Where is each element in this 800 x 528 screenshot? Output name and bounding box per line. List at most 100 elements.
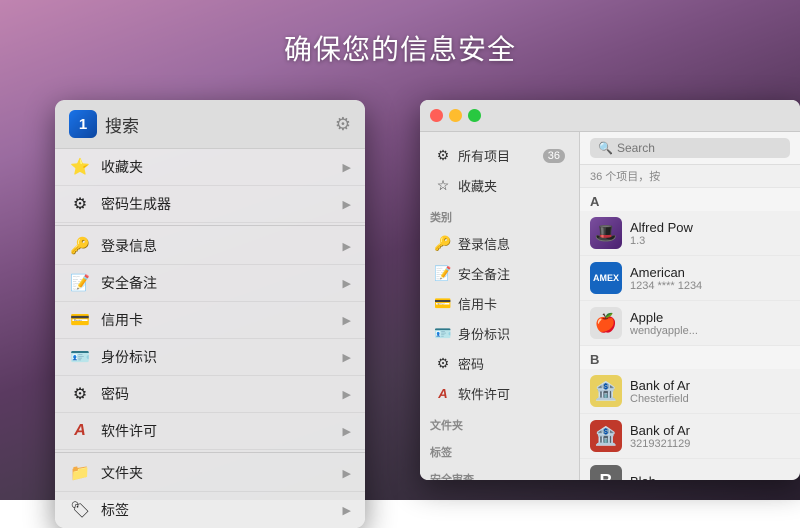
sidebar-item-notes[interactable]: 📝 安全备注 <box>424 259 575 288</box>
window-titlebar <box>420 100 800 132</box>
close-button[interactable] <box>430 109 443 122</box>
item-info-alfred: Alfred Pow 1.3 <box>630 220 790 247</box>
list-item-bank2[interactable]: 🏦 Bank of Ar 3219321129 <box>580 414 800 459</box>
list-item-apple[interactable]: 🍎 Apple wendyapple... <box>580 301 800 346</box>
sidebar: ⚙ 所有项目 36 ☆ 收藏夹 类别 🔑 登录信息 📝 安全备注 💳 信用卡 <box>420 132 580 480</box>
chevron-icon: ▶ <box>343 277 351 290</box>
chevron-icon: ▶ <box>343 425 351 438</box>
popup-item-label: 信用卡 <box>101 310 343 330</box>
divider <box>55 452 365 453</box>
favorites-icon: ⭐ <box>69 156 91 178</box>
sidebar-item-favorites[interactable]: ☆ 收藏夹 <box>424 171 575 200</box>
popup-item-folders[interactable]: 📁 文件夹 ▶ <box>55 455 365 492</box>
main-area: 🔍 36 个项目，按 A 🎩 Alfred Pow 1.3 <box>580 132 800 480</box>
favorites-icon: ☆ <box>434 177 452 195</box>
identity-icon: 🪪 <box>434 325 452 343</box>
all-items-icon: ⚙ <box>434 147 452 165</box>
popup-item-label: 密码 <box>101 384 343 404</box>
chevron-icon: ▶ <box>343 351 351 364</box>
alpha-header-b: B <box>580 346 800 369</box>
software-icon: A <box>434 385 452 403</box>
gear-icon[interactable]: ⚙ <box>335 114 351 135</box>
sidebar-creditcard-label: 信用卡 <box>458 294 497 313</box>
sidebar-item-logins[interactable]: 🔑 登录信息 <box>424 229 575 258</box>
popup-item-password[interactable]: ⚙ 密码 ▶ <box>55 376 365 413</box>
section-tags: 标签 <box>420 436 579 463</box>
item-info-amex: American 1234 **** 1234 <box>630 265 790 292</box>
item-name: Alfred Pow <box>630 220 790 235</box>
maximize-button[interactable] <box>468 109 481 122</box>
item-name: Bank of Ar <box>630 423 790 438</box>
item-icon-blah: B <box>590 465 622 480</box>
popup-item-label: 标签 <box>101 500 343 520</box>
chevron-icon: ▶ <box>343 198 351 211</box>
search-input[interactable] <box>617 141 782 155</box>
sidebar-item-identity[interactable]: 🪪 身份标识 <box>424 319 575 348</box>
traffic-lights <box>430 109 481 122</box>
sidebar-item-all[interactable]: ⚙ 所有项目 36 <box>424 141 575 170</box>
popup-item-password-gen[interactable]: ⚙ 密码生成器 ▶ <box>55 186 365 223</box>
chevron-icon: ▶ <box>343 314 351 327</box>
list-item-amex[interactable]: AMEX American 1234 **** 1234 <box>580 256 800 301</box>
item-info-bank2: Bank of Ar 3219321129 <box>630 423 790 450</box>
items-count: 36 个项目，按 <box>580 165 800 188</box>
chevron-icon: ▶ <box>343 504 351 517</box>
item-name: American <box>630 265 790 280</box>
popup-menu: 1 搜索 ⚙ ⭐ 收藏夹 ▶ ⚙ 密码生成器 ▶ 🔑 登录信息 ▶ 📝 安全备注… <box>55 100 365 528</box>
item-name: Bank of Ar <box>630 378 790 393</box>
popup-item-logins[interactable]: 🔑 登录信息 ▶ <box>55 228 365 265</box>
search-box[interactable]: 🔍 <box>590 138 790 158</box>
item-info-apple: Apple wendyapple... <box>630 310 790 337</box>
sidebar-item-password[interactable]: ⚙ 密码 <box>424 349 575 378</box>
chevron-icon: ▶ <box>343 240 351 253</box>
sidebar-identity-label: 身份标识 <box>458 324 510 343</box>
item-icon-alfred: 🎩 <box>590 217 622 249</box>
chevron-icon: ▶ <box>343 161 351 174</box>
popup-item-label: 安全备注 <box>101 273 343 293</box>
list-item-bank1[interactable]: 🏦 Bank of Ar Chesterfield <box>580 369 800 414</box>
popup-item-label: 软件许可 <box>101 421 343 441</box>
list-area: A 🎩 Alfred Pow 1.3 AMEX American <box>580 188 800 480</box>
item-icon-bank1: 🏦 <box>590 375 622 407</box>
popup-item-label: 收藏夹 <box>101 157 343 177</box>
sidebar-logins-label: 登录信息 <box>458 234 510 253</box>
popup-item-software[interactable]: A 软件许可 ▶ <box>55 413 365 450</box>
creditcard-icon: 💳 <box>434 295 452 313</box>
popup-item-identity[interactable]: 🪪 身份标识 ▶ <box>55 339 365 376</box>
chevron-icon: ▶ <box>343 388 351 401</box>
password-icon: ⚙ <box>69 383 91 405</box>
sidebar-notes-label: 安全备注 <box>458 264 510 283</box>
minimize-button[interactable] <box>449 109 462 122</box>
logins-icon: 🔑 <box>69 235 91 257</box>
item-sub: Chesterfield <box>630 393 790 405</box>
sidebar-item-software[interactable]: A 软件许可 <box>424 379 575 408</box>
search-icon: 🔍 <box>598 141 613 155</box>
popup-item-tags[interactable]: 🏷 标签 ▶ <box>55 492 365 528</box>
notes-icon: 📝 <box>434 265 452 283</box>
section-audit: 安全审查 <box>420 463 579 480</box>
popup-item-favorites[interactable]: ⭐ 收藏夹 ▶ <box>55 149 365 186</box>
creditcard-icon: 💳 <box>69 309 91 331</box>
sidebar-favorites-label: 收藏夹 <box>458 176 497 195</box>
app-window: ⚙ 所有项目 36 ☆ 收藏夹 类别 🔑 登录信息 📝 安全备注 💳 信用卡 <box>420 100 800 480</box>
password-gen-icon: ⚙ <box>69 193 91 215</box>
password-icon: ⚙ <box>434 355 452 373</box>
tags-icon: 🏷 <box>69 499 91 521</box>
popup-item-label: 身份标识 <box>101 347 343 367</box>
sidebar-item-creditcard[interactable]: 💳 信用卡 <box>424 289 575 318</box>
popup-item-label: 密码生成器 <box>101 194 343 214</box>
item-info-bank1: Bank of Ar Chesterfield <box>630 378 790 405</box>
popup-item-notes[interactable]: 📝 安全备注 ▶ <box>55 265 365 302</box>
item-icon-apple: 🍎 <box>590 307 622 339</box>
list-item-blah[interactable]: B Blah <box>580 459 800 480</box>
item-icon-bank2: 🏦 <box>590 420 622 452</box>
list-item-alfred[interactable]: 🎩 Alfred Pow 1.3 <box>580 211 800 256</box>
popup-item-creditcard[interactable]: 💳 信用卡 ▶ <box>55 302 365 339</box>
item-icon-amex: AMEX <box>590 262 622 294</box>
section-category: 类别 <box>420 201 579 228</box>
sidebar-all-label: 所有项目 <box>458 146 510 165</box>
item-sub: wendyapple... <box>630 325 790 337</box>
popup-header: 1 搜索 ⚙ <box>55 100 365 149</box>
sidebar-password-label: 密码 <box>458 354 484 373</box>
section-folders: 文件夹 <box>420 409 579 436</box>
